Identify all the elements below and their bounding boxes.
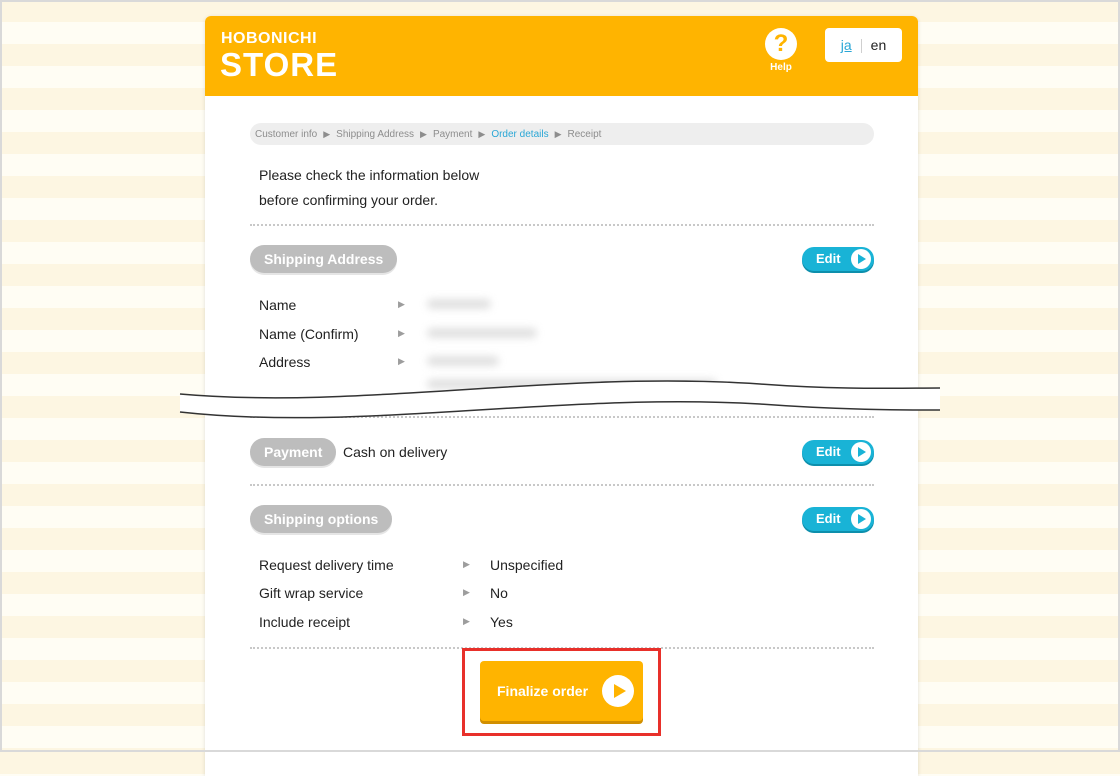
blurred-name-value — [427, 299, 491, 309]
divider — [250, 416, 874, 418]
row-arrow-icon: ▶ — [398, 299, 405, 309]
intro-line-2: before confirming your order. — [259, 192, 438, 208]
row-arrow-icon: ▶ — [398, 356, 405, 366]
include-receipt-label: Include receipt — [259, 614, 351, 630]
breadcrumb-arrow-icon: ▶ — [478, 129, 486, 139]
play-circle-icon — [851, 509, 871, 529]
help-icon[interactable]: ? — [765, 28, 797, 60]
name-confirm-label: Name (Confirm) — [259, 326, 359, 342]
logo-store[interactable]: STORE — [220, 48, 338, 81]
payment-method-value: Cash on delivery — [343, 444, 448, 460]
row-arrow-icon: ▶ — [463, 616, 470, 626]
intro-text: Please check the information below befor… — [259, 163, 479, 213]
help-button[interactable]: ? Help — [763, 28, 799, 73]
delivery-time-label: Request delivery time — [259, 557, 394, 573]
finalize-order-label: Finalize order — [497, 683, 589, 699]
order-card: HOBONICHI STORE ? Help ja en Customer inf… — [205, 16, 918, 776]
breadcrumb-step-order-details: Order details — [491, 129, 549, 140]
help-label: Help — [770, 62, 792, 73]
blurred-name-confirm-value — [427, 328, 537, 338]
breadcrumb-arrow-icon: ▶ — [323, 129, 331, 139]
divider — [250, 484, 874, 486]
edit-shipping-options-button[interactable]: Edit — [802, 507, 874, 531]
delivery-time-value: Unspecified — [490, 557, 564, 573]
gift-wrap-value: No — [490, 585, 508, 601]
edit-shipping-address-button[interactable]: Edit — [802, 247, 874, 271]
breadcrumb-arrow-icon: ▶ — [420, 129, 427, 139]
row-arrow-icon: ▶ — [463, 587, 470, 597]
edit-label: Edit — [816, 444, 841, 459]
breadcrumb-step-shipping-address: Shipping Address — [336, 129, 415, 140]
lang-divider — [860, 39, 862, 54]
blurred-address-value — [427, 379, 717, 389]
breadcrumb-step-receipt: Receipt — [567, 129, 602, 140]
payment-heading: Payment — [250, 438, 337, 466]
edit-label: Edit — [816, 251, 841, 266]
shipping-options-heading: Shipping options — [250, 505, 393, 533]
shipping-address-heading: Shipping Address — [250, 245, 398, 273]
include-receipt-value: Yes — [490, 614, 513, 630]
edit-label: Edit — [816, 511, 841, 526]
play-circle-icon — [851, 249, 871, 269]
name-label: Name — [259, 297, 297, 313]
store-header: HOBONICHI STORE ? Help ja en — [205, 16, 918, 96]
gift-wrap-label: Gift wrap service — [259, 585, 364, 601]
breadcrumb-step-payment: Payment — [432, 129, 473, 140]
lang-ja-link[interactable]: ja — [841, 37, 852, 53]
breadcrumb-step-customer-info: Customer info — [255, 129, 318, 140]
language-switcher: ja en — [825, 28, 902, 62]
row-arrow-icon: ▶ — [398, 328, 405, 338]
divider — [250, 647, 874, 649]
breadcrumb-arrow-icon: ▶ — [554, 129, 562, 139]
intro-line-1: Please check the information below — [259, 167, 480, 183]
blurred-postcode-value — [427, 356, 499, 366]
row-arrow-icon: ▶ — [463, 559, 470, 569]
divider — [250, 224, 874, 226]
finalize-order-button[interactable]: Finalize order — [480, 661, 643, 721]
play-circle-icon — [602, 675, 634, 707]
checkout-breadcrumb: Customer info ▶ Shipping Address ▶ Payment ▶ O… — [250, 123, 874, 145]
address-label: Address — [259, 354, 311, 370]
lang-en-link[interactable]: en — [871, 37, 887, 53]
play-circle-icon — [851, 442, 871, 462]
edit-payment-button[interactable]: Edit — [802, 440, 874, 464]
